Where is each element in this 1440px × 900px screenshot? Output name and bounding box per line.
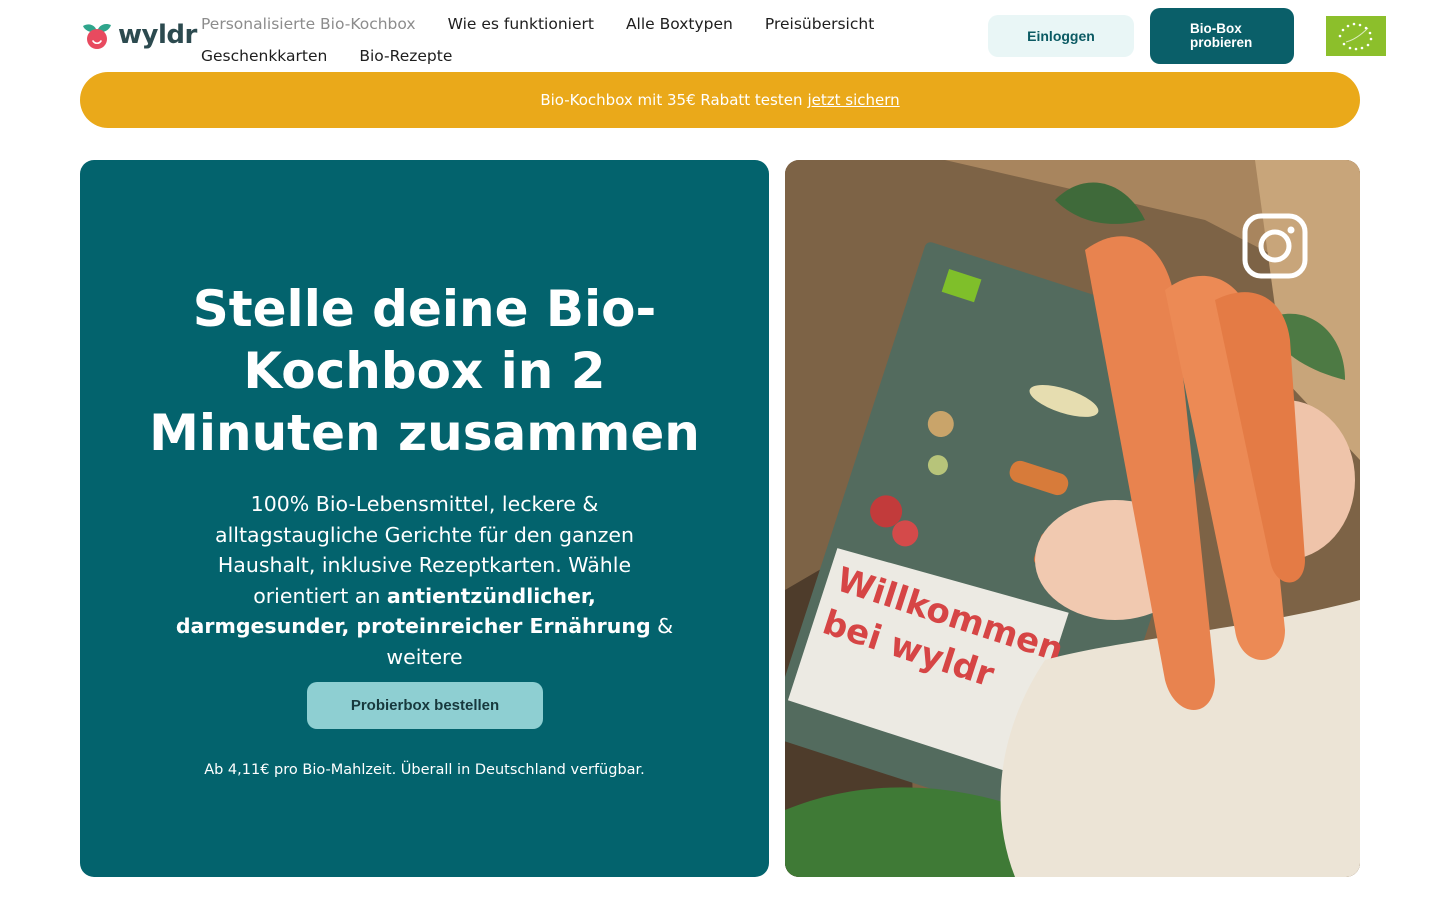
- eu-organic-logo-icon: [1326, 16, 1386, 56]
- login-button[interactable]: Einloggen: [988, 15, 1134, 57]
- brand-name: wyldr: [118, 20, 197, 50]
- brand-logo[interactable]: wyldr: [80, 20, 197, 50]
- promo-banner: Bio-Kochbox mit 35€ Rabatt testen jetzt …: [80, 72, 1360, 128]
- hero-video[interactable]: Willkommen bei wyldr: [785, 160, 1360, 877]
- main-nav: Personalisierte Bio-Kochbox Wie es funkt…: [201, 8, 921, 72]
- nav-row-1: Personalisierte Bio-Kochbox Wie es funkt…: [201, 8, 921, 40]
- nav-item-alle-boxtypen[interactable]: Alle Boxtypen: [626, 15, 733, 33]
- hero-title: Stelle deine Bio-Kochbox in 2 Minuten zu…: [149, 280, 700, 462]
- try-button-label-line2: probieren: [1190, 35, 1253, 50]
- nav-item-personalisierte-bio-kochbox[interactable]: Personalisierte Bio-Kochbox: [201, 15, 416, 33]
- hero-description: 100% Bio-Lebensmittel, leckere & alltags…: [172, 489, 677, 672]
- order-trial-box-button[interactable]: Probierbox bestellen: [307, 682, 543, 729]
- nav-row-2: Geschenkkarten Bio-Rezepte: [201, 40, 921, 72]
- promo-link[interactable]: jetzt sichern: [807, 91, 899, 109]
- instagram-icon[interactable]: [1241, 212, 1309, 280]
- hero-description-bold: antientzündlicher, darmgesunder, protein…: [175, 583, 651, 639]
- nav-item-wie-es-funktioniert[interactable]: Wie es funktioniert: [448, 15, 594, 33]
- logo-leaf-icon: [83, 23, 111, 49]
- nav-item-bio-rezepte[interactable]: Bio-Rezepte: [359, 47, 452, 65]
- nav-item-preisuebersicht[interactable]: Preisübersicht: [765, 15, 874, 33]
- hero-card: Stelle deine Bio-Kochbox in 2 Minuten zu…: [80, 160, 769, 877]
- try-bio-box-button[interactable]: Bio-Box probieren: [1150, 8, 1294, 64]
- promo-text: Bio-Kochbox mit 35€ Rabatt testen: [540, 91, 803, 109]
- hero-price-note: Ab 4,11€ pro Bio-Mahlzeit. Überall in De…: [204, 762, 645, 778]
- nav-item-geschenkkarten[interactable]: Geschenkkarten: [201, 47, 327, 65]
- site-header: wyldr Personalisierte Bio-Kochbox Wie es…: [0, 0, 1440, 72]
- try-button-label-line1: Bio-Box: [1190, 21, 1242, 36]
